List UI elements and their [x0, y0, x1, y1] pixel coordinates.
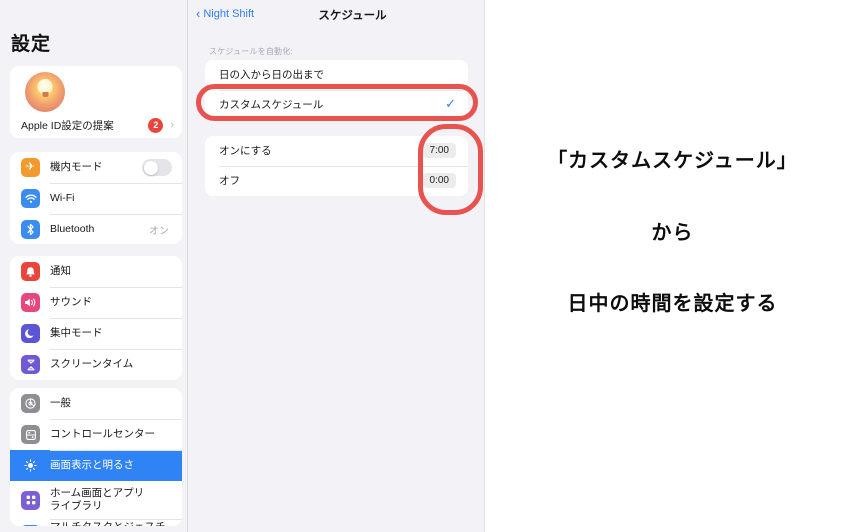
home-screen-icon: [21, 490, 40, 510]
annotation-line-3: 日中の時間を設定する: [567, 291, 778, 315]
annotation-line-1: 「カスタムスケジュール」: [547, 148, 798, 172]
page-title: 設定: [11, 34, 52, 55]
bluetooth-value: オン: [149, 226, 169, 237]
sidebar-item-notifications[interactable]: 通知: [10, 256, 182, 287]
apple-id-suggestion-card[interactable]: Apple ID設定の提案 2 ›: [10, 66, 182, 138]
annotation-panel: 「カスタムスケジュール」 から 日中の時間を設定する ぽけブログ: [485, 0, 860, 532]
turn-off-time-value[interactable]: 0:00: [422, 172, 456, 188]
sidebar-item-wifi[interactable]: Wi-Fi: [10, 183, 182, 214]
sidebar-item-control-center[interactable]: コントロールセンター: [10, 419, 182, 450]
sidebar-item-screen-time[interactable]: スクリーンタイム: [10, 349, 182, 380]
apple-id-label: Apple ID設定の提案: [21, 119, 114, 132]
screenshot-root: 設定 Apple ID設定の提案 2 › ✈ 機内モード Wi-Fi Bluet…: [0, 0, 860, 532]
option-label: 日の入から日の出まで: [219, 69, 324, 82]
sidebar-item-multitasking[interactable]: マルチタスクとジェスチャ: [10, 519, 182, 526]
sidebar-item-bluetooth[interactable]: Bluetooth オン: [10, 214, 182, 244]
airplane-mode-toggle[interactable]: [142, 159, 172, 176]
sidebar-item-label: 通知: [50, 264, 71, 277]
row-label: オンにする: [219, 145, 272, 158]
sidebar-item-display-brightness[interactable]: 画面表示と明るさ: [10, 450, 182, 481]
row-turn-on-time[interactable]: オンにする 7:00: [205, 136, 468, 166]
sidebar-item-sounds[interactable]: サウンド: [10, 287, 182, 318]
wifi-icon: [21, 189, 40, 208]
sidebar-item-label: Bluetooth: [50, 222, 95, 235]
sidebar-group-notifications: 通知 サウンド 集中モード スクリーンタイム: [10, 256, 182, 380]
row-label: オフ: [219, 174, 240, 187]
bluetooth-icon: [21, 220, 40, 239]
sidebar-item-focus[interactable]: 集中モード: [10, 318, 182, 349]
apple-id-row[interactable]: Apple ID設定の提案 2 ›: [10, 112, 182, 138]
detail-title: スケジュール: [318, 10, 387, 22]
hourglass-icon: [21, 355, 40, 374]
sidebar-item-general[interactable]: 一般: [10, 388, 182, 419]
sidebar-item-airplane-mode[interactable]: ✈ 機内モード: [10, 152, 182, 183]
bell-icon: [21, 262, 40, 281]
lightbulb-icon: [25, 72, 65, 112]
sidebar-item-label: Wi-Fi: [50, 191, 75, 204]
option-sunset-to-sunrise[interactable]: 日の入から日の出まで: [205, 60, 468, 90]
sidebar-item-label: 機内モード: [50, 160, 103, 173]
chevron-right-icon: ›: [170, 119, 174, 131]
sidebar-item-label: 集中モード: [50, 326, 103, 339]
sidebar-group-connectivity: ✈ 機内モード Wi-Fi Bluetooth オン: [10, 152, 182, 244]
sidebar-item-label: コントロールセンター: [50, 427, 155, 440]
control-center-icon: [21, 425, 40, 444]
speaker-icon: [21, 293, 40, 312]
sidebar-item-label: 画面表示と明るさ: [50, 458, 134, 471]
option-custom-schedule[interactable]: カスタムスケジュール ✓: [205, 89, 468, 120]
airplane-icon: ✈: [21, 158, 40, 177]
multitasking-icon: [21, 525, 40, 526]
schedule-mode-card: 日の入から日の出まで カスタムスケジュール ✓: [205, 60, 468, 119]
turn-on-time-value[interactable]: 7:00: [422, 143, 456, 159]
annotation-line-2: から: [651, 220, 694, 244]
sidebar-item-label: 一般: [50, 396, 71, 409]
checkmark-icon: ✓: [445, 96, 456, 112]
sidebar-item-label: スクリーンタイム: [50, 357, 134, 370]
option-label: カスタムスケジュール: [219, 98, 324, 111]
row-turn-off-time[interactable]: オフ 0:00: [205, 165, 468, 196]
settings-sidebar: 設定 Apple ID設定の提案 2 › ✈ 機内モード Wi-Fi Bluet…: [0, 0, 188, 532]
schedule-detail-panel: ‹ Night Shift スケジュール スケジュールを自動化: 日の入から日の…: [188, 0, 485, 532]
moon-icon: [21, 324, 40, 343]
bulb-shape: [37, 79, 53, 97]
brightness-icon: [21, 456, 40, 475]
sidebar-item-label: ホーム画面とアプリ ライブラリ: [50, 486, 145, 512]
sidebar-item-home-screen[interactable]: ホーム画面とアプリ ライブラリ: [10, 481, 182, 519]
gear-icon: [21, 394, 40, 413]
schedule-times-card: オンにする 7:00 オフ 0:00: [205, 136, 468, 196]
sidebar-item-label: マルチタスクとジェスチャ: [50, 521, 172, 526]
status-badge: 2: [148, 117, 164, 133]
sidebar-item-label: サウンド: [50, 295, 92, 308]
section-header: スケジュールを自動化:: [209, 47, 293, 56]
sidebar-group-general: 一般 コントロールセンター 画面表示と明るさ ホーム画面とアプリ ライブラリ: [10, 388, 182, 526]
